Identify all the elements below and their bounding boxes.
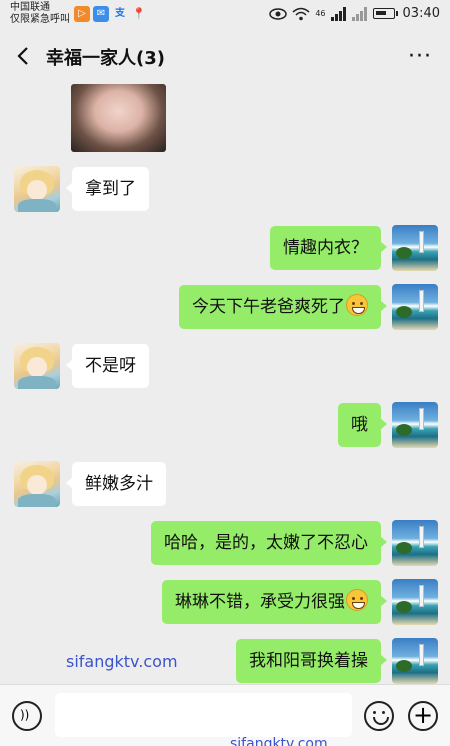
input-bar: )) + [0,684,450,746]
message-app-icon: ✉ [93,6,109,22]
carrier-name: 中国联通 [10,2,50,13]
back-icon[interactable] [12,44,36,68]
message-input[interactable] [55,693,352,737]
message-bubble[interactable]: 今天下午老爸爽死了 [179,285,387,329]
message-bubble[interactable]: 不是呀 [66,344,149,388]
system-indicators: 46 03:40 [269,6,440,21]
message-bubble[interactable]: 情趣内衣？ [270,226,387,270]
location-icon: 📍 [132,7,146,20]
signal-2-icon [351,6,367,21]
notification-icons: ▷ ✉ 支 📍 [74,6,147,22]
avatar[interactable] [392,579,438,625]
message-bubble[interactable]: 哦 [338,403,387,447]
battery-icon [372,8,395,19]
grinning-face-icon [346,589,368,611]
avatar[interactable] [14,461,60,507]
blushing-face-icon [346,294,368,316]
avatar[interactable] [14,343,60,389]
watermark: sifangktv.com [66,652,178,671]
message-bubble[interactable]: 琳琳不错，承受力很强 [162,580,387,624]
chat-header: 幸福一家人(3) ··· [0,30,450,84]
watermark-bottom: sifangktv.com [230,736,328,746]
message-text: 今天下午老爸爽死了 [192,297,345,317]
clock: 03:40 [402,6,440,21]
message-list[interactable]: 拿到了 情趣内衣？ 今天下午老爸爽死了 不是呀 哦 鲜嫩多汁 哈哈，是的，太嫩了… [0,84,450,684]
message-bubble[interactable]: 哈哈，是的，太嫩了不忍心 [151,521,387,565]
alipay-icon: 支 [115,8,125,19]
message-bubble[interactable]: 拿到了 [66,167,149,211]
emergency-only: 仅限紧急呼叫 [10,14,70,25]
status-bar: 中国联通 仅限紧急呼叫 ▷ ✉ 支 📍 46 03:40 [0,0,450,30]
eye-icon [269,7,288,20]
avatar[interactable] [392,284,438,330]
more-options-button[interactable]: ··· [408,44,432,69]
network-type: 46 [315,9,326,18]
emoji-icon[interactable] [364,701,394,731]
avatar[interactable] [392,225,438,271]
avatar[interactable] [392,520,438,566]
video-app-icon: ▷ [74,6,90,22]
image-message[interactable] [71,84,166,152]
avatar[interactable] [392,638,438,684]
wifi-icon [292,7,310,20]
plus-icon[interactable]: + [408,701,438,731]
avatar[interactable] [392,402,438,448]
chat-title: 幸福一家人(3) [46,48,165,69]
signal-icon [330,6,346,21]
message-text: 琳琳不错，承受力很强 [175,592,345,612]
voice-icon[interactable]: )) [12,701,42,731]
avatar[interactable] [14,166,60,212]
message-bubble[interactable]: 鲜嫩多汁 [66,462,166,506]
carrier-info: 中国联通 仅限紧急呼叫 [10,2,70,26]
message-bubble[interactable]: 我和阳哥换着操 [236,639,387,683]
